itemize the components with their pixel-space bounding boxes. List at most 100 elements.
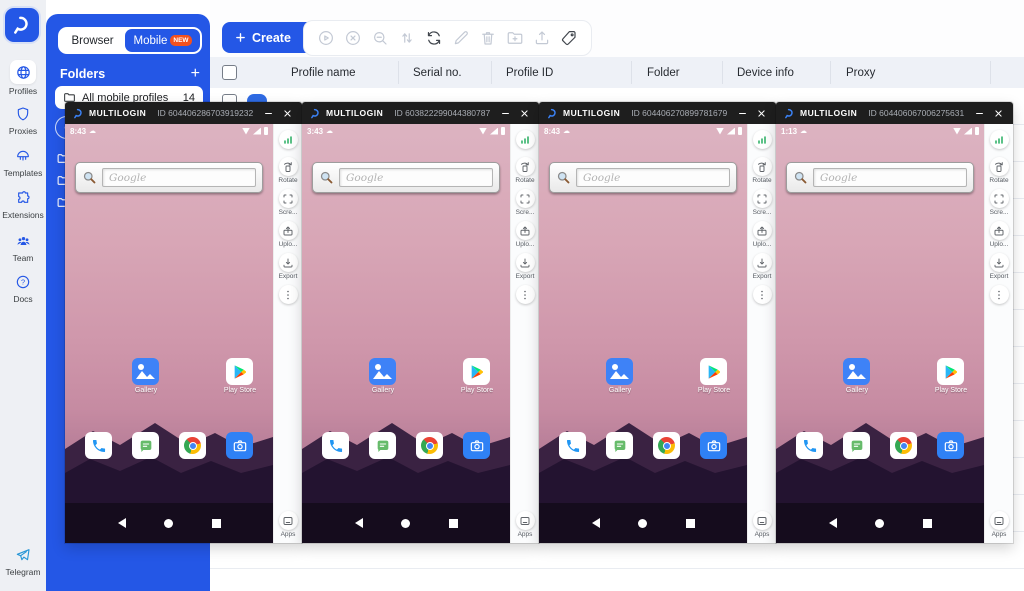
apps-button[interactable] bbox=[990, 511, 1009, 530]
camera-app-icon[interactable] bbox=[463, 432, 490, 459]
column-profile-id[interactable]: Profile ID bbox=[506, 57, 553, 88]
column-proxy[interactable]: Proxy bbox=[846, 57, 875, 88]
upload-button[interactable] bbox=[279, 221, 298, 240]
camera-app-icon[interactable] bbox=[700, 432, 727, 459]
home-button[interactable] bbox=[164, 519, 173, 528]
rotate-button[interactable] bbox=[516, 157, 535, 176]
gallery-app-icon[interactable] bbox=[843, 358, 870, 385]
android-home-screen[interactable]: 8:43 ☁ Google Gallery bbox=[539, 124, 747, 543]
gallery-app-icon[interactable] bbox=[606, 358, 633, 385]
window-titlebar[interactable]: MULTILOGIN ID 604406286703919232 bbox=[65, 102, 302, 124]
back-button[interactable] bbox=[355, 518, 363, 528]
home-button[interactable] bbox=[401, 519, 410, 528]
network-signal-button[interactable] bbox=[516, 130, 535, 149]
window-titlebar[interactable]: MULTILOGIN ID 604406270899781679 bbox=[539, 102, 776, 124]
minimize-button[interactable] bbox=[972, 106, 986, 120]
sidebar-item-templates[interactable]: Templates bbox=[0, 146, 46, 178]
android-home-screen[interactable]: 8:43 ☁ Google Gallery bbox=[65, 124, 273, 543]
home-button[interactable] bbox=[638, 519, 647, 528]
window-titlebar[interactable]: MULTILOGIN ID 604406067006275631 bbox=[776, 102, 1013, 124]
select-all-checkbox[interactable] bbox=[222, 65, 237, 80]
search-input[interactable]: Google bbox=[576, 168, 730, 187]
rotate-button[interactable] bbox=[753, 157, 772, 176]
home-button[interactable] bbox=[875, 519, 884, 528]
sidebar-item-team[interactable]: Team bbox=[0, 231, 46, 263]
gallery-app-icon[interactable] bbox=[132, 358, 159, 385]
move-to-folder-icon[interactable] bbox=[506, 29, 524, 47]
chrome-app-icon[interactable] bbox=[416, 432, 443, 459]
search-input[interactable]: Google bbox=[813, 168, 967, 187]
export-profiles-icon[interactable] bbox=[533, 29, 551, 47]
edit-icon[interactable] bbox=[452, 29, 470, 47]
search-input[interactable]: Google bbox=[102, 168, 256, 187]
search-input[interactable]: Google bbox=[339, 168, 493, 187]
play-store-app-icon[interactable] bbox=[226, 358, 253, 385]
screenshot-button[interactable] bbox=[516, 189, 535, 208]
toggle-mobile[interactable]: Mobile NEW bbox=[125, 29, 200, 52]
back-button[interactable] bbox=[118, 518, 126, 528]
close-button[interactable] bbox=[280, 106, 294, 120]
messages-app-icon[interactable] bbox=[369, 432, 396, 459]
screenshot-button[interactable] bbox=[990, 189, 1009, 208]
run-profile-icon[interactable] bbox=[317, 29, 335, 47]
phone-app-icon[interactable] bbox=[85, 432, 112, 459]
recents-button[interactable] bbox=[923, 519, 932, 528]
recents-button[interactable] bbox=[212, 519, 221, 528]
messages-app-icon[interactable] bbox=[606, 432, 633, 459]
google-search-widget[interactable]: Google bbox=[312, 162, 500, 193]
sort-icon[interactable] bbox=[398, 29, 416, 47]
close-button[interactable] bbox=[517, 106, 531, 120]
export-button[interactable] bbox=[516, 253, 535, 272]
apps-button[interactable] bbox=[279, 511, 298, 530]
column-folder[interactable]: Folder bbox=[647, 57, 680, 88]
column-profile-name[interactable]: Profile name bbox=[291, 57, 356, 88]
export-button[interactable] bbox=[990, 253, 1009, 272]
delete-icon[interactable] bbox=[479, 29, 497, 47]
more-options-button[interactable] bbox=[753, 285, 772, 304]
apps-button[interactable] bbox=[753, 511, 772, 530]
screenshot-button[interactable] bbox=[279, 189, 298, 208]
recents-button[interactable] bbox=[686, 519, 695, 528]
google-search-widget[interactable]: Google bbox=[549, 162, 737, 193]
minimize-button[interactable] bbox=[735, 106, 749, 120]
more-options-button[interactable] bbox=[990, 285, 1009, 304]
messages-app-icon[interactable] bbox=[132, 432, 159, 459]
rotate-button[interactable] bbox=[990, 157, 1009, 176]
google-search-widget[interactable]: Google bbox=[786, 162, 974, 193]
play-store-app-icon[interactable] bbox=[700, 358, 727, 385]
column-device-info[interactable]: Device info bbox=[737, 57, 794, 88]
window-titlebar[interactable]: MULTILOGIN ID 603822299044380787 bbox=[302, 102, 539, 124]
android-home-screen[interactable]: 3:43 ☁ Google Gallery bbox=[302, 124, 510, 543]
sidebar-item-proxies[interactable]: Proxies bbox=[0, 104, 46, 136]
zoom-out-icon[interactable] bbox=[371, 29, 389, 47]
stop-profile-icon[interactable] bbox=[344, 29, 362, 47]
chrome-app-icon[interactable] bbox=[890, 432, 917, 459]
export-button[interactable] bbox=[753, 253, 772, 272]
chrome-app-icon[interactable] bbox=[179, 432, 206, 459]
phone-app-icon[interactable] bbox=[322, 432, 349, 459]
phone-app-icon[interactable] bbox=[559, 432, 586, 459]
google-search-widget[interactable]: Google bbox=[75, 162, 263, 193]
multilogin-logo-icon[interactable] bbox=[5, 8, 39, 42]
recents-button[interactable] bbox=[449, 519, 458, 528]
network-signal-button[interactable] bbox=[279, 130, 298, 149]
back-button[interactable] bbox=[592, 518, 600, 528]
minimize-button[interactable] bbox=[498, 106, 512, 120]
more-options-button[interactable] bbox=[279, 285, 298, 304]
minimize-button[interactable] bbox=[261, 106, 275, 120]
more-options-button[interactable] bbox=[516, 285, 535, 304]
back-button[interactable] bbox=[829, 518, 837, 528]
phone-app-icon[interactable] bbox=[796, 432, 823, 459]
sidebar-item-docs[interactable]: ? Docs bbox=[0, 272, 46, 304]
camera-app-icon[interactable] bbox=[937, 432, 964, 459]
column-serial-no[interactable]: Serial no. bbox=[413, 57, 462, 88]
sidebar-item-telegram[interactable]: Telegram bbox=[0, 545, 46, 577]
play-store-app-icon[interactable] bbox=[463, 358, 490, 385]
export-button[interactable] bbox=[279, 253, 298, 272]
upload-button[interactable] bbox=[753, 221, 772, 240]
network-signal-button[interactable] bbox=[753, 130, 772, 149]
chrome-app-icon[interactable] bbox=[653, 432, 680, 459]
toggle-browser[interactable]: Browser bbox=[60, 29, 125, 52]
sidebar-item-profiles[interactable]: Profiles bbox=[0, 60, 46, 96]
refresh-icon[interactable] bbox=[425, 29, 443, 47]
